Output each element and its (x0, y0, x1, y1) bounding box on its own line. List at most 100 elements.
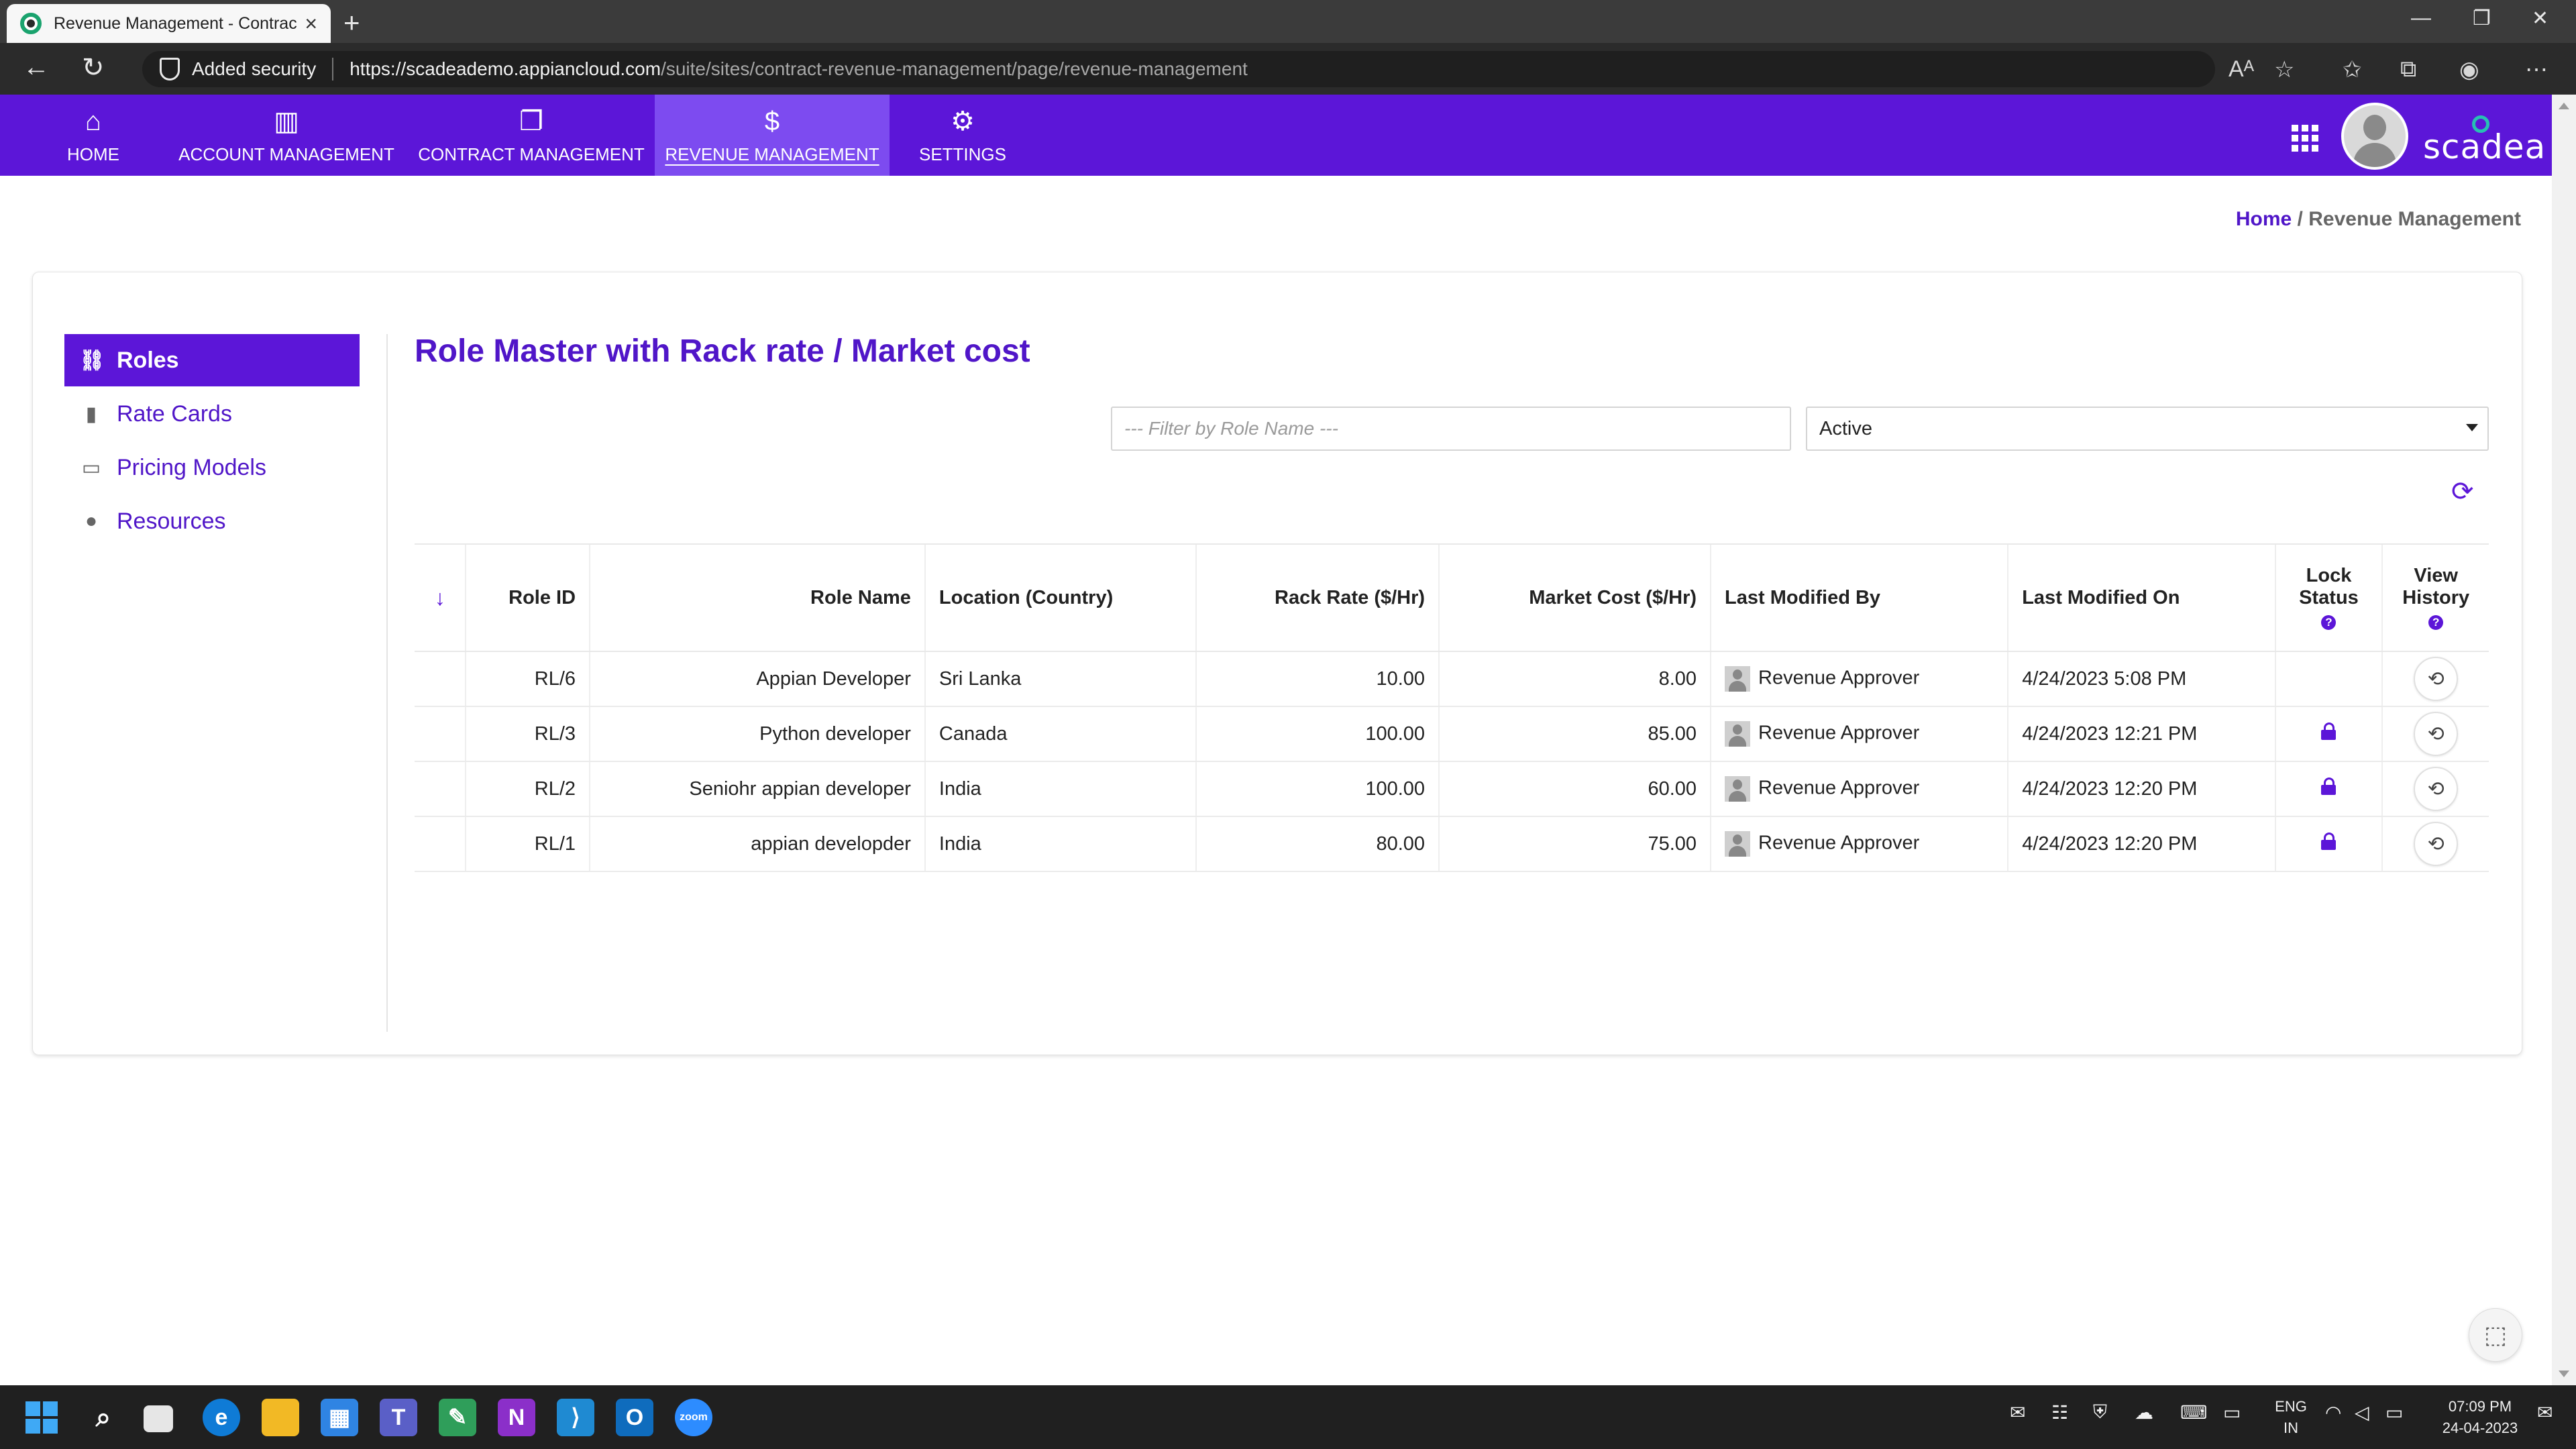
nav-settings[interactable]: ⚙ SETTINGS (907, 95, 1018, 176)
scroll-up-arrow-icon[interactable] (2559, 103, 2569, 109)
market-cost-cell: 60.00 (1438, 761, 1711, 817)
vscode-icon[interactable]: ⟩ (557, 1399, 594, 1436)
taskbar-search-icon[interactable]: ⌕ (85, 1399, 122, 1436)
help-icon[interactable]: ? (2321, 614, 2337, 630)
feedback-cursor-button[interactable]: ⬚ (2469, 1308, 2522, 1362)
reload-icon[interactable]: ↻ (82, 52, 105, 83)
tray-keyboard-icon[interactable]: ⌨ (2180, 1401, 2207, 1424)
outlook-icon[interactable]: O (616, 1399, 653, 1436)
status-dropdown-value: Active (1819, 417, 1872, 439)
status-dropdown[interactable]: Active (1806, 407, 2489, 451)
new-tab-button[interactable]: + (343, 7, 360, 39)
browser-tab[interactable]: Revenue Management - Contrac × (7, 4, 331, 43)
modified-by-cell: Revenue Approver (1710, 761, 2008, 817)
address-separator (332, 58, 334, 80)
dropdown-caret-icon (2466, 424, 2478, 431)
wifi-icon[interactable]: ◠ (2325, 1401, 2341, 1424)
column-header-market-cost[interactable]: Market Cost ($/Hr) (1438, 543, 1711, 652)
money-icon: ▭ (81, 456, 101, 479)
tray-onedrive-icon[interactable]: ☁ (2135, 1401, 2153, 1424)
url-text[interactable]: https://scadeademo.appiancloud.com/suite… (350, 58, 1248, 80)
back-icon[interactable]: ← (23, 52, 50, 83)
sort-descending-icon[interactable]: ↓ (435, 586, 445, 610)
add-favorite-icon[interactable]: ☆ (2274, 56, 2294, 83)
url-host: https://scadeademo.appiancloud.com (350, 58, 661, 79)
volume-icon[interactable]: ◁ (2355, 1401, 2369, 1424)
more-options-icon[interactable]: ⋯ (2525, 56, 2548, 83)
history-icon[interactable]: ⟲ (2414, 767, 2459, 811)
sidebar-item-label: Resources (117, 508, 226, 534)
security-label[interactable]: Added security (192, 58, 316, 80)
column-header-role-name[interactable]: Role Name (589, 543, 925, 652)
minimize-icon[interactable]: — (2411, 7, 2431, 30)
role-name-cell: Seniohr appian developer (589, 761, 925, 817)
address-bar[interactable]: Added security https://scadeademo.appian… (142, 51, 2215, 87)
market-cost-cell: 85.00 (1438, 706, 1711, 762)
profile-icon[interactable]: ◉ (2459, 56, 2479, 83)
nav-label: REVENUE MANAGEMENT (665, 144, 879, 164)
restore-icon[interactable]: ❐ (2473, 7, 2491, 30)
sidebar-item-pricing-models[interactable]: ▭ Pricing Models (64, 441, 360, 494)
user-avatar-icon (1725, 721, 1751, 747)
tray-teams-icon[interactable]: ☷ (2051, 1401, 2068, 1424)
language-indicator[interactable]: ENG IN (2267, 1396, 2314, 1439)
page-scrollbar[interactable] (2552, 95, 2576, 1385)
windows-taskbar: ⌕ e ▦ T ✎ N ⟩ O zoom ✉ ☷ ⛨ ☁ ⌨ ▭ ENG IN … (0, 1385, 2576, 1449)
column-header-location[interactable]: Location (Country) (924, 543, 1196, 652)
table-row: RL/6 Appian Developer Sri Lanka 10.00 8.… (415, 651, 2489, 707)
market-cost-cell: 75.00 (1438, 816, 1711, 872)
teams-icon[interactable]: T (380, 1399, 417, 1436)
tray-outlook-icon[interactable]: ✉ (2010, 1401, 2025, 1424)
zoom-icon[interactable]: zoom (675, 1399, 712, 1436)
file-explorer-icon[interactable] (262, 1399, 299, 1436)
system-clock[interactable]: 07:09 PM 24-04-2023 (2430, 1396, 2530, 1439)
sort-column-header[interactable]: ↓ (415, 543, 466, 652)
breadcrumb-home-link[interactable]: Home (2236, 208, 2292, 230)
microsoft-store-icon[interactable]: ▦ (321, 1399, 358, 1436)
help-icon[interactable]: ? (2428, 614, 2444, 630)
collections-icon[interactable]: ⧉ (2400, 56, 2416, 83)
modified-by-name: Revenue Approver (1758, 722, 1920, 744)
tray-display-icon[interactable]: ▭ (2223, 1401, 2241, 1424)
onenote-icon[interactable]: N (498, 1399, 535, 1436)
windows-start-icon[interactable] (25, 1401, 58, 1434)
nav-revenue-management[interactable]: $ REVENUE MANAGEMENT (655, 95, 890, 176)
nav-account-management[interactable]: ▥ ACCOUNT MANAGEMENT (176, 95, 397, 176)
read-aloud-icon[interactable]: Aᴬ (2229, 56, 2254, 83)
edge-browser-icon[interactable]: e (203, 1399, 240, 1436)
column-header-last-modified-on[interactable]: Last Modified On (2007, 543, 2275, 652)
history-icon[interactable]: ⟲ (2414, 822, 2459, 866)
sidebar-item-roles[interactable]: ⛓ Roles (64, 334, 360, 386)
sidebar-item-label: Roles (117, 347, 179, 373)
notepad-icon[interactable]: ✎ (439, 1399, 476, 1436)
gear-icon: ⚙ (951, 107, 975, 136)
notifications-icon[interactable]: ✉ (2537, 1401, 2553, 1424)
app-launcher-grid-icon[interactable] (2292, 125, 2318, 152)
refresh-icon[interactable]: ⟳ (2451, 476, 2474, 507)
scroll-down-arrow-icon[interactable] (2559, 1371, 2569, 1377)
modified-by-cell: Revenue Approver (1710, 706, 2008, 762)
row-spacer-cell (415, 651, 466, 707)
history-icon[interactable]: ⟲ (2414, 712, 2459, 756)
rack-rate-cell: 80.00 (1195, 816, 1440, 872)
tray-security-icon[interactable]: ⛨ (2093, 1401, 2107, 1424)
sidebar-item-resources[interactable]: ● Resources (64, 495, 360, 547)
building-icon: ▥ (274, 107, 299, 136)
role-name-filter-input[interactable] (1111, 407, 1791, 451)
favorites-icon[interactable]: ✩ (2343, 56, 2362, 83)
breadcrumb-separator: / (2292, 208, 2309, 230)
tab-close-icon[interactable]: × (305, 11, 317, 36)
history-icon[interactable]: ⟲ (2414, 657, 2459, 701)
column-header-rack-rate[interactable]: Rack Rate ($/Hr) (1195, 543, 1440, 652)
user-avatar[interactable] (2341, 103, 2408, 170)
column-header-last-modified-by[interactable]: Last Modified By (1710, 543, 2008, 652)
role-id-cell: RL/6 (465, 651, 590, 707)
nav-home[interactable]: ⌂ HOME (40, 95, 146, 176)
window-close-icon[interactable]: ✕ (2532, 7, 2548, 30)
nav-contract-management[interactable]: ❐ CONTRACT MANAGEMENT (416, 95, 647, 176)
page-title: Role Master with Rack rate / Market cost (415, 333, 1030, 369)
sidebar-item-rate-cards[interactable]: ▮ Rate Cards (64, 388, 360, 440)
task-view-icon[interactable] (144, 1405, 173, 1432)
column-header-role-id[interactable]: Role ID (465, 543, 590, 652)
battery-icon[interactable]: ▭ (2385, 1401, 2403, 1424)
